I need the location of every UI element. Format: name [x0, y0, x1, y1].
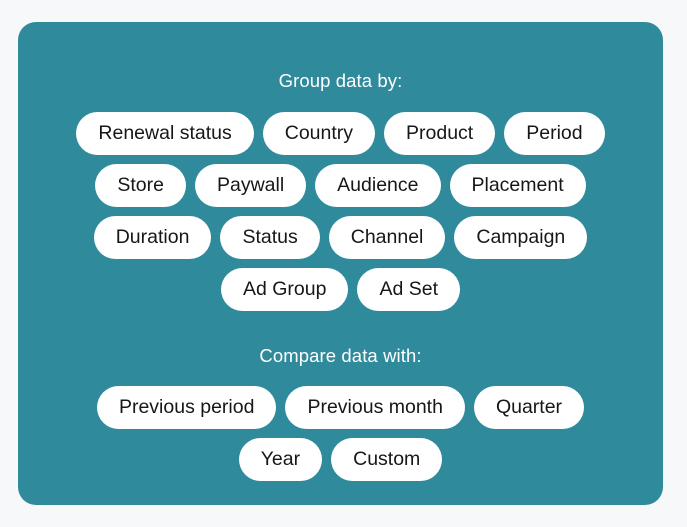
compare-option-previous-month[interactable]: Previous month: [285, 386, 465, 429]
options-card: Group data by: Renewal status Country Pr…: [18, 22, 663, 505]
compare-data-with-section: Compare data with: Previous period Previ…: [18, 344, 663, 481]
group-pill-row-1: Renewal status Country Product Period: [18, 111, 663, 155]
group-pill-row-3: Duration Status Channel Campaign: [18, 215, 663, 259]
group-option-ad-group[interactable]: Ad Group: [220, 267, 349, 311]
compare-option-previous-period[interactable]: Previous period: [96, 386, 277, 429]
compare-pill-row-1: Previous period Previous month Quarter: [18, 386, 663, 429]
compare-option-quarter[interactable]: Quarter: [473, 386, 585, 429]
group-option-audience[interactable]: Audience: [315, 163, 441, 207]
compare-option-year[interactable]: Year: [238, 438, 323, 481]
group-option-ad-set[interactable]: Ad Set: [357, 267, 460, 311]
group-option-channel[interactable]: Channel: [328, 215, 446, 259]
group-pill-row-2: Store Paywall Audience Placement: [18, 163, 663, 207]
group-option-store[interactable]: Store: [95, 163, 186, 207]
compare-option-custom[interactable]: Custom: [331, 438, 443, 481]
group-option-period[interactable]: Period: [504, 111, 605, 155]
group-pill-row-4: Ad Group Ad Set: [18, 267, 663, 311]
group-option-duration[interactable]: Duration: [93, 215, 212, 259]
compare-data-with-title: Compare data with:: [259, 344, 422, 366]
group-option-paywall[interactable]: Paywall: [194, 163, 307, 207]
compare-pill-row-2: Year Custom: [18, 438, 663, 481]
group-option-placement[interactable]: Placement: [449, 163, 586, 207]
group-data-by-title: Group data by:: [278, 70, 403, 91]
group-option-renewal-status[interactable]: Renewal status: [76, 111, 254, 155]
group-option-campaign[interactable]: Campaign: [454, 215, 588, 259]
group-option-status[interactable]: Status: [220, 215, 320, 259]
group-data-by-section: Group data by: Renewal status Country Pr…: [18, 70, 663, 311]
group-option-product[interactable]: Product: [384, 111, 496, 155]
group-option-country[interactable]: Country: [262, 111, 376, 155]
